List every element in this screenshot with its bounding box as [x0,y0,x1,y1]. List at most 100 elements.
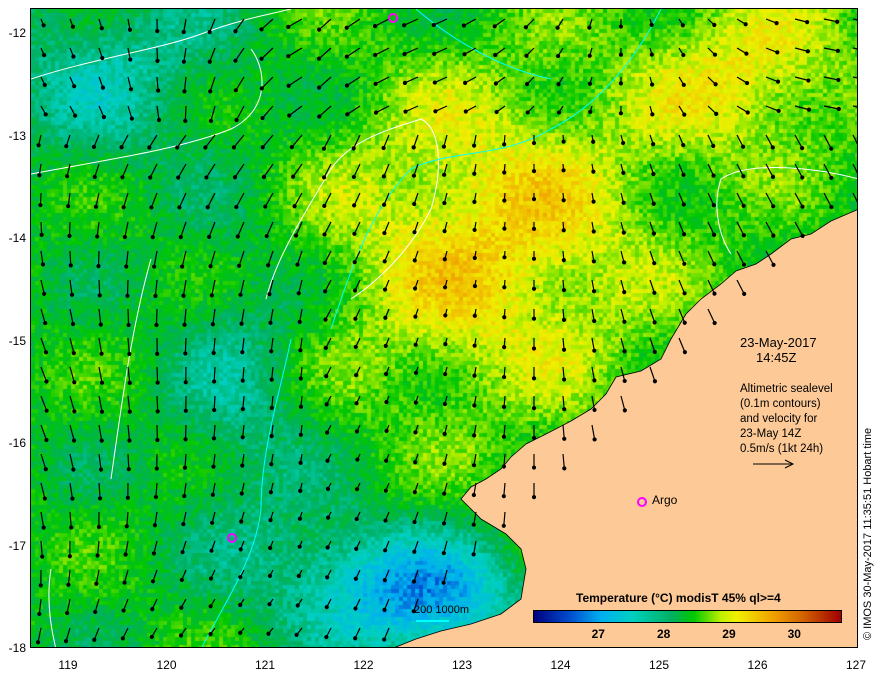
argo-float-marker[interactable] [227,533,237,543]
velocity-arrow [125,250,129,267]
velocity-arrow-head [587,81,593,86]
velocity-arrow-head [324,430,330,435]
velocity-arrow-head [383,488,388,493]
velocity-arrow-head [155,437,160,443]
velocity-arrow-head [66,204,71,209]
velocity-arrow [184,337,187,354]
velocity-arrow-head [127,409,132,414]
velocity-arrow-head [712,320,717,326]
velocity-arrow-head [352,260,357,265]
velocity-arrow-head [591,169,596,174]
velocity-arrow [153,250,158,267]
velocity-arrow [323,134,332,149]
velocity-arrow-head [373,52,378,58]
velocity-arrow-head [383,548,388,553]
velocity-arrow-head [402,51,407,57]
velocity-arrow-head [73,113,78,118]
velocity-arrow [318,47,332,60]
velocity-arrow [794,134,803,149]
velocity-arrow-head [588,109,593,114]
velocity-arrow [294,192,303,207]
velocity-arrow [69,366,75,383]
velocity-arrow [287,18,303,28]
velocity-arrow-head [40,262,46,267]
velocity-arrow-head [649,22,654,28]
velocity-arrow [183,76,187,92]
velocity-arrow-head [562,407,567,412]
velocity-arrow-head [592,437,597,442]
velocity-arrow [69,279,73,295]
velocity-arrow [383,134,390,149]
velocity-arrow-head [71,467,76,472]
colorbar-tick-label: 28 [656,627,671,641]
velocity-arrow-head [382,230,387,236]
velocity-arrow-head [148,175,153,180]
velocity-arrow-head [99,409,105,414]
velocity-arrow [649,337,656,353]
velocity-arrow-head [442,200,447,206]
lat-tick-label: -12 [8,26,26,40]
velocity-arrow [736,250,745,265]
velocity-arrow-head [91,144,97,149]
velocity-arrow [678,279,686,294]
velocity-arrow [323,192,332,207]
velocity-arrow [318,76,332,89]
velocity-arrow-head [382,637,387,642]
velocity-arrow-head [712,262,717,267]
lon-tick-label: 127 [845,658,867,672]
velocity-arrow-head [233,58,238,63]
velocity-arrow [262,134,274,148]
velocity-arrow-head [231,145,237,150]
velocity-arrow-head [402,80,408,85]
velocity-arrow-head [531,168,537,174]
argo-float-marker[interactable] [388,13,398,23]
velocity-arrow [126,511,129,527]
velocity-arrow-head [95,234,100,239]
velocity-arrow [127,395,131,412]
velocity-arrow-head [150,607,155,612]
velocity-arrow [127,366,131,383]
velocity-arrow-head [99,438,104,443]
velocity-arrow-head [493,52,498,58]
velocity-arrow-head [95,553,100,558]
velocity-arrow-head [591,259,596,264]
velocity-arrow-head [618,24,623,29]
velocity-arrow-head [316,56,322,61]
velocity-arrow-head [413,460,418,465]
velocity-arrow-head [325,575,330,580]
velocity-arrow-head [775,50,780,55]
velocity-arrow [318,105,332,117]
velocity-arrow-head [501,404,507,410]
velocity-arrow-head [147,145,152,150]
velocity-arrow-head [269,405,274,411]
velocity-arrow-head [442,401,447,407]
sst-map[interactable] [30,8,858,648]
velocity-arrow-head [531,316,537,321]
velocity-arrow-head [412,230,417,235]
velocity-arrow-head [232,175,238,180]
velocity-arrow [156,105,160,121]
velocity-arrow-head [682,350,687,355]
velocity-arrow-head [412,258,417,263]
velocity-arrow-head [155,380,160,385]
velocity-arrow [292,163,303,178]
velocity-arrow-head [531,406,537,411]
lat-tick-label: -16 [8,436,26,450]
velocity-arrow-head [413,370,419,375]
velocity-arrow-head [234,117,239,123]
velocity-arrow-head [233,88,238,93]
velocity-arrow [794,105,810,111]
altimetry-note-line: (0.1m contours) [740,398,821,410]
velocity-arrow-head [383,518,388,523]
velocity-arrow [213,366,216,382]
velocity-arrow-head [741,203,746,208]
velocity-arrow [127,453,130,470]
lon-tick-label: 126 [747,658,768,672]
velocity-arrow-head [44,379,49,384]
velocity-arrow-head [712,22,717,28]
velocity-arrow-head [413,342,418,347]
velocity-arrow-head [286,83,291,88]
velocity-arrow-head [94,581,99,586]
velocity-arrow-head [472,143,477,148]
velocity-arrow [123,192,129,208]
